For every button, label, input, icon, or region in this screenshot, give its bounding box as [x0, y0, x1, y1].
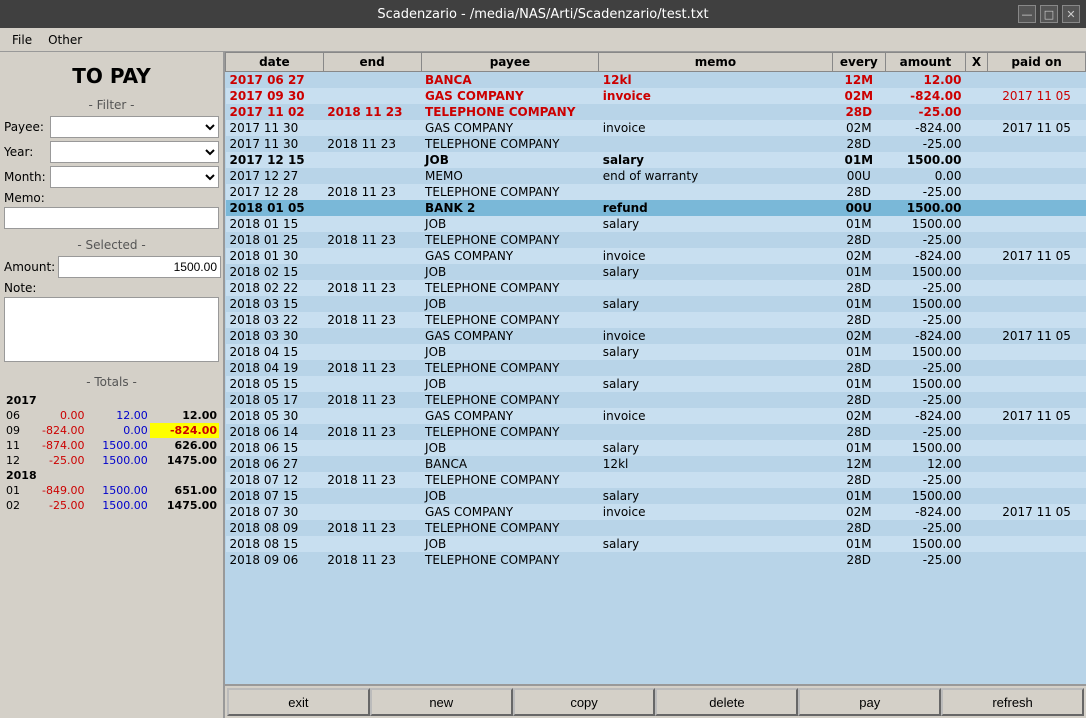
amount-label: Amount: — [4, 260, 54, 274]
totals-label: - Totals - — [4, 375, 219, 389]
header-memo: memo — [599, 53, 832, 72]
month-filter-row: Month: — [4, 166, 219, 188]
to-pay-title: TO PAY — [4, 56, 219, 92]
amount-row: Amount: 1500.00 — [4, 256, 219, 278]
header-amount: amount — [885, 53, 965, 72]
table-row[interactable]: 2018 02 15JOBsalary01M1500.00 — [226, 264, 1086, 280]
table-row[interactable]: 2017 06 27BANCA12kl12M12.00 — [226, 72, 1086, 89]
table-row[interactable]: 2018 07 15JOBsalary01M1500.00 — [226, 488, 1086, 504]
header-paidon: paid on — [988, 53, 1086, 72]
header-payee: payee — [421, 53, 599, 72]
table-row[interactable]: 2018 09 062018 11 23TELEPHONE COMPANY28D… — [226, 552, 1086, 568]
header-every: every — [832, 53, 885, 72]
window-controls: — □ ✕ — [1018, 5, 1080, 23]
refresh-button[interactable]: refresh — [941, 688, 1084, 716]
table-row[interactable]: 2018 01 15JOBsalary01M1500.00 — [226, 216, 1086, 232]
menu-file[interactable]: File — [4, 31, 40, 49]
table-row[interactable]: 2018 01 05BANK 2refund00U1500.00 — [226, 200, 1086, 216]
amount-input[interactable]: 1500.00 — [58, 256, 221, 278]
main-layout: TO PAY - Filter - Payee: Year: Month: Me… — [0, 52, 1086, 718]
totals-month-row: 01-849.001500.00651.00 — [4, 483, 219, 498]
titlebar-title: Scadenzario - /media/NAS/Arti/Scadenzari… — [377, 7, 708, 22]
delete-button[interactable]: delete — [655, 688, 798, 716]
totals-month-row: 060.0012.0012.00 — [4, 408, 219, 423]
table-row[interactable]: 2018 05 15JOBsalary01M1500.00 — [226, 376, 1086, 392]
month-select[interactable] — [50, 166, 219, 188]
bottom-buttons: exit new copy delete pay refresh — [225, 684, 1086, 718]
table-row[interactable]: 2018 06 142018 11 23TELEPHONE COMPANY28D… — [226, 424, 1086, 440]
table-row[interactable]: 2018 05 30GAS COMPANYinvoice02M-824.0020… — [226, 408, 1086, 424]
totals-month-row: 02-25.001500.001475.00 — [4, 498, 219, 513]
year-select[interactable] — [50, 141, 219, 163]
table-row[interactable]: 2018 05 172018 11 23TELEPHONE COMPANY28D… — [226, 392, 1086, 408]
year-label: Year: — [4, 145, 46, 159]
table-row[interactable]: 2018 06 27BANCA12kl12M12.00 — [226, 456, 1086, 472]
filter-label: - Filter - — [4, 98, 219, 112]
menubar: File Other — [0, 28, 1086, 52]
table-row[interactable]: 2018 08 15JOBsalary01M1500.00 — [226, 536, 1086, 552]
maximize-button[interactable]: □ — [1040, 5, 1058, 23]
note-row: Note: — [4, 281, 219, 362]
table-row[interactable]: 2018 07 122018 11 23TELEPHONE COMPANY28D… — [226, 472, 1086, 488]
table-row[interactable]: 2018 07 30GAS COMPANYinvoice02M-824.0020… — [226, 504, 1086, 520]
table-row[interactable]: 2018 06 15JOBsalary01M1500.00 — [226, 440, 1086, 456]
menu-other[interactable]: Other — [40, 31, 90, 49]
titlebar: Scadenzario - /media/NAS/Arti/Scadenzari… — [0, 0, 1086, 28]
close-button[interactable]: ✕ — [1062, 5, 1080, 23]
copy-button[interactable]: copy — [513, 688, 656, 716]
payee-select[interactable] — [50, 116, 219, 138]
totals-table: 2017060.0012.0012.0009-824.000.00-824.00… — [4, 393, 219, 513]
header-x: X — [965, 53, 987, 72]
table-row[interactable]: 2017 11 30GAS COMPANYinvoice02M-824.0020… — [226, 120, 1086, 136]
note-textarea[interactable] — [4, 297, 219, 362]
table-row[interactable]: 2018 08 092018 11 23TELEPHONE COMPANY28D… — [226, 520, 1086, 536]
memo-filter-input[interactable] — [4, 207, 219, 229]
table-header-row: date end payee memo every amount X paid … — [226, 53, 1086, 72]
totals-month-row: 12-25.001500.001475.00 — [4, 453, 219, 468]
month-label: Month: — [4, 170, 46, 184]
totals-month-row: 09-824.000.00-824.00 — [4, 423, 219, 438]
note-label: Note: — [4, 281, 219, 295]
table-row[interactable]: 2017 12 282018 11 23TELEPHONE COMPANY28D… — [226, 184, 1086, 200]
table-row[interactable]: 2018 01 30GAS COMPANYinvoice02M-824.0020… — [226, 248, 1086, 264]
table-row[interactable]: 2018 01 252018 11 23TELEPHONE COMPANY28D… — [226, 232, 1086, 248]
left-panel: TO PAY - Filter - Payee: Year: Month: Me… — [0, 52, 225, 718]
selected-label: - Selected - — [4, 238, 219, 252]
table-row[interactable]: 2018 03 222018 11 23TELEPHONE COMPANY28D… — [226, 312, 1086, 328]
year-filter-row: Year: — [4, 141, 219, 163]
payee-label: Payee: — [4, 120, 46, 134]
exit-button[interactable]: exit — [227, 688, 370, 716]
table-row[interactable]: 2017 12 15JOBsalary01M1500.00 — [226, 152, 1086, 168]
table-row[interactable]: 2018 04 15JOBsalary01M1500.00 — [226, 344, 1086, 360]
header-end: end — [323, 53, 421, 72]
new-button[interactable]: new — [370, 688, 513, 716]
table-row[interactable]: 2017 12 27MEMOend of warranty00U0.00 — [226, 168, 1086, 184]
minimize-button[interactable]: — — [1018, 5, 1036, 23]
totals-section: - Totals - 2017060.0012.0012.0009-824.00… — [4, 369, 219, 714]
pay-button[interactable]: pay — [798, 688, 941, 716]
table-container[interactable]: date end payee memo every amount X paid … — [225, 52, 1086, 684]
memo-filter-label: Memo: — [4, 191, 219, 205]
totals-year-row: 2018 — [4, 468, 219, 483]
right-panel: date end payee memo every amount X paid … — [225, 52, 1086, 718]
memo-filter-area: Memo: — [4, 191, 219, 229]
table-row[interactable]: 2017 11 302018 11 23TELEPHONE COMPANY28D… — [226, 136, 1086, 152]
table-row[interactable]: 2017 09 30GAS COMPANYinvoice02M-824.0020… — [226, 88, 1086, 104]
table-row[interactable]: 2017 11 022018 11 23TELEPHONE COMPANY28D… — [226, 104, 1086, 120]
totals-month-row: 11-874.001500.00626.00 — [4, 438, 219, 453]
table-row[interactable]: 2018 03 15JOBsalary01M1500.00 — [226, 296, 1086, 312]
header-date: date — [226, 53, 324, 72]
data-table: date end payee memo every amount X paid … — [225, 52, 1086, 568]
table-row[interactable]: 2018 04 192018 11 23TELEPHONE COMPANY28D… — [226, 360, 1086, 376]
totals-year-row: 2017 — [4, 393, 219, 408]
table-row[interactable]: 2018 03 30GAS COMPANYinvoice02M-824.0020… — [226, 328, 1086, 344]
table-row[interactable]: 2018 02 222018 11 23TELEPHONE COMPANY28D… — [226, 280, 1086, 296]
payee-filter-row: Payee: — [4, 116, 219, 138]
